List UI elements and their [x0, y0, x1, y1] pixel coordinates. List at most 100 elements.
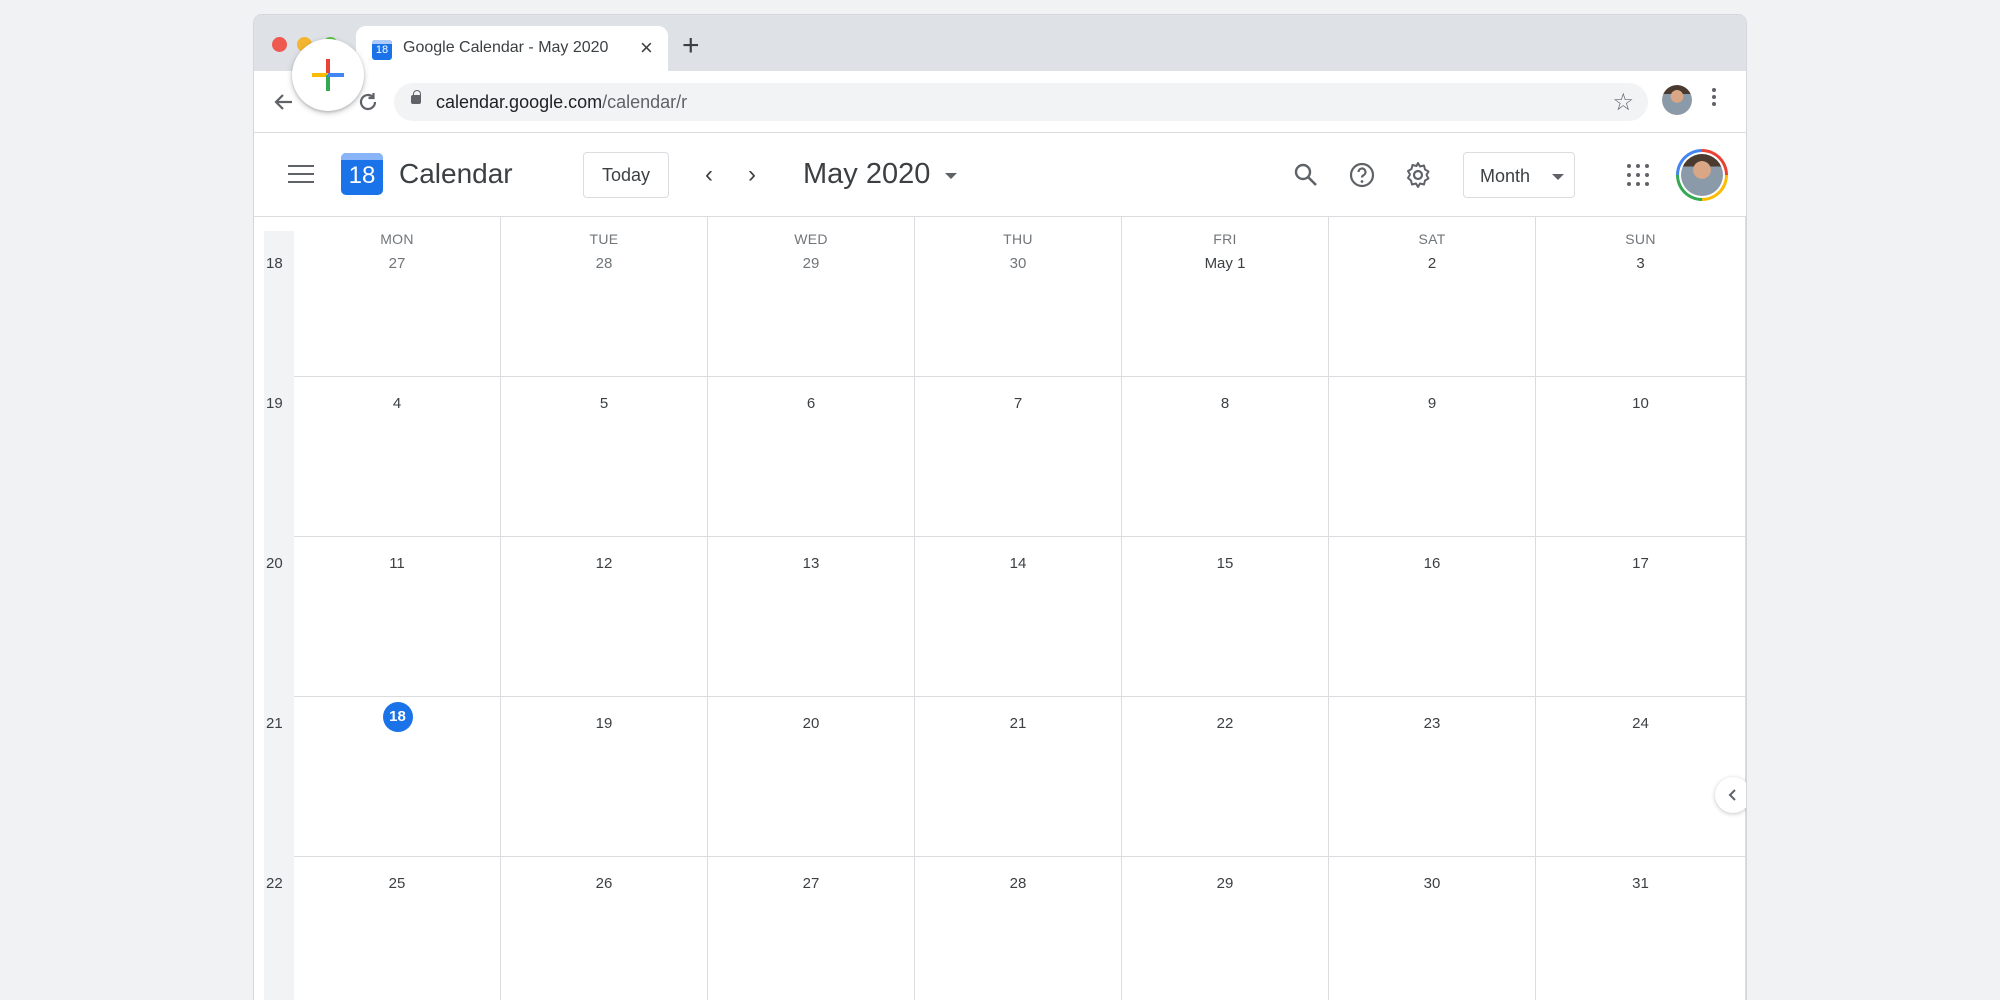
day-cell[interactable]: 8 [1122, 377, 1329, 537]
browser-window: 18 Google Calendar - May 2020 × + calend… [254, 15, 1746, 1000]
menu-icon[interactable] [288, 165, 314, 185]
chevron-right-icon[interactable]: › [748, 163, 756, 187]
address-bar: calendar.google.com/calendar/r ☆ [254, 71, 1746, 133]
day-number[interactable]: 7 [915, 395, 1121, 412]
day-number[interactable]: 22 [1122, 715, 1328, 732]
browser-tab[interactable]: 18 Google Calendar - May 2020 × [356, 26, 668, 71]
day-cell[interactable]: 6 [708, 377, 915, 537]
day-cell[interactable]: 17 [1536, 537, 1746, 697]
day-cell[interactable]: 5 [501, 377, 708, 537]
account-avatar[interactable] [1676, 149, 1728, 201]
apps-icon[interactable] [1627, 164, 1649, 186]
day-cell[interactable]: SAT 2 [1329, 217, 1536, 377]
day-cell[interactable]: 15 [1122, 537, 1329, 697]
day-cell[interactable]: 27 [708, 857, 915, 1000]
week-row: 11 12 13 14 15 16 17 [294, 537, 1746, 697]
day-cell[interactable]: 13 [708, 537, 915, 697]
day-number[interactable]: 19 [501, 715, 707, 732]
day-cell[interactable]: 16 [1329, 537, 1536, 697]
day-cell[interactable]: 12 [501, 537, 708, 697]
month-dropdown-caret-icon[interactable] [945, 173, 957, 179]
day-cell[interactable]: TUE 28 [501, 217, 708, 377]
day-cell[interactable]: 19 [501, 697, 708, 857]
browser-profile-avatar[interactable] [1662, 85, 1692, 115]
day-number[interactable]: 28 [915, 875, 1121, 892]
weekday-label: THU [1003, 231, 1033, 247]
day-cell[interactable]: 29 [1122, 857, 1329, 1000]
day-number[interactable]: 29 [1122, 875, 1328, 892]
day-cell[interactable]: 4 [294, 377, 501, 537]
month-title[interactable]: May 2020 [803, 158, 930, 191]
day-number[interactable]: 6 [708, 395, 914, 412]
browser-menu-icon[interactable] [1709, 85, 1719, 115]
day-number[interactable]: 14 [915, 555, 1121, 572]
day-number[interactable]: 3 [1536, 255, 1745, 272]
day-cell[interactable]: 18 [294, 697, 501, 857]
tab-close-icon[interactable]: × [640, 35, 653, 61]
day-number[interactable]: 29 [708, 255, 914, 272]
week-number: 22 [266, 875, 283, 892]
day-number[interactable]: 11 [294, 555, 500, 572]
day-cell[interactable]: THU 30 [915, 217, 1122, 377]
day-number[interactable]: May 1 [1122, 255, 1328, 272]
day-cell[interactable]: 11 [294, 537, 501, 697]
day-number[interactable]: 13 [708, 555, 914, 572]
day-cell[interactable]: 26 [501, 857, 708, 1000]
url-input[interactable]: calendar.google.com/calendar/r ☆ [394, 83, 1648, 121]
side-panel-toggle-button[interactable] [1715, 777, 1746, 813]
day-cell[interactable]: WED 29 [708, 217, 915, 377]
day-number[interactable]: 26 [501, 875, 707, 892]
bookmark-star-icon[interactable]: ☆ [1612, 88, 1634, 117]
day-number[interactable]: 24 [1536, 715, 1745, 732]
day-cell[interactable]: 25 [294, 857, 501, 1000]
day-number[interactable]: 2 [1329, 255, 1535, 272]
day-cell[interactable]: 28 [915, 857, 1122, 1000]
month-grid: 18 MON 27 TUE 28 WED 29 THU 30 FRI May 1 SAT 2 SUN 3 19… [254, 217, 1746, 1000]
day-number[interactable]: 25 [294, 875, 500, 892]
day-cell[interactable]: 30 [1329, 857, 1536, 1000]
day-number[interactable]: 15 [1122, 555, 1328, 572]
day-number[interactable]: 8 [1122, 395, 1328, 412]
week-number: 18 [266, 255, 283, 272]
day-number[interactable]: 30 [1329, 875, 1535, 892]
help-icon[interactable] [1346, 159, 1378, 191]
day-cell[interactable]: 20 [708, 697, 915, 857]
day-cell[interactable]: 31 [1536, 857, 1746, 1000]
account-photo [1681, 154, 1723, 196]
day-number[interactable]: 20 [708, 715, 914, 732]
day-number[interactable]: 28 [501, 255, 707, 272]
settings-icon[interactable] [1402, 159, 1434, 191]
day-number[interactable]: 12 [501, 555, 707, 572]
today-button[interactable]: Today [583, 152, 669, 198]
search-icon[interactable] [1290, 159, 1322, 191]
day-number[interactable]: 10 [1536, 395, 1745, 412]
day-cell[interactable]: 21 [915, 697, 1122, 857]
day-number[interactable]: 9 [1329, 395, 1535, 412]
day-number[interactable]: 23 [1329, 715, 1535, 732]
day-number[interactable]: 16 [1329, 555, 1535, 572]
view-selector-button[interactable]: Month [1463, 152, 1575, 198]
day-cell[interactable]: 14 [915, 537, 1122, 697]
day-number[interactable]: 30 [915, 255, 1121, 272]
day-cell[interactable]: SUN 3 [1536, 217, 1746, 377]
day-number[interactable]: 17 [1536, 555, 1745, 572]
day-cell[interactable]: 10 [1536, 377, 1746, 537]
day-number[interactable]: 5 [501, 395, 707, 412]
week-row: 4 5 6 7 8 9 10 [294, 377, 1746, 537]
day-number[interactable]: 4 [294, 395, 500, 412]
day-number[interactable]: 31 [1536, 875, 1745, 892]
today-date-badge[interactable]: 18 [382, 702, 413, 732]
day-cell[interactable]: 22 [1122, 697, 1329, 857]
create-event-button[interactable] [292, 39, 364, 111]
day-number[interactable]: 21 [915, 715, 1121, 732]
day-cell[interactable]: MON 27 [294, 217, 501, 377]
day-number[interactable]: 27 [294, 255, 500, 272]
new-tab-icon[interactable]: + [682, 31, 700, 61]
chevron-left-icon[interactable]: ‹ [705, 163, 713, 187]
day-cell[interactable]: FRI May 1 [1122, 217, 1329, 377]
day-cell[interactable]: 9 [1329, 377, 1536, 537]
day-cell[interactable]: 7 [915, 377, 1122, 537]
day-number[interactable]: 27 [708, 875, 914, 892]
day-cell[interactable]: 23 [1329, 697, 1536, 857]
close-window-button[interactable] [272, 37, 287, 52]
